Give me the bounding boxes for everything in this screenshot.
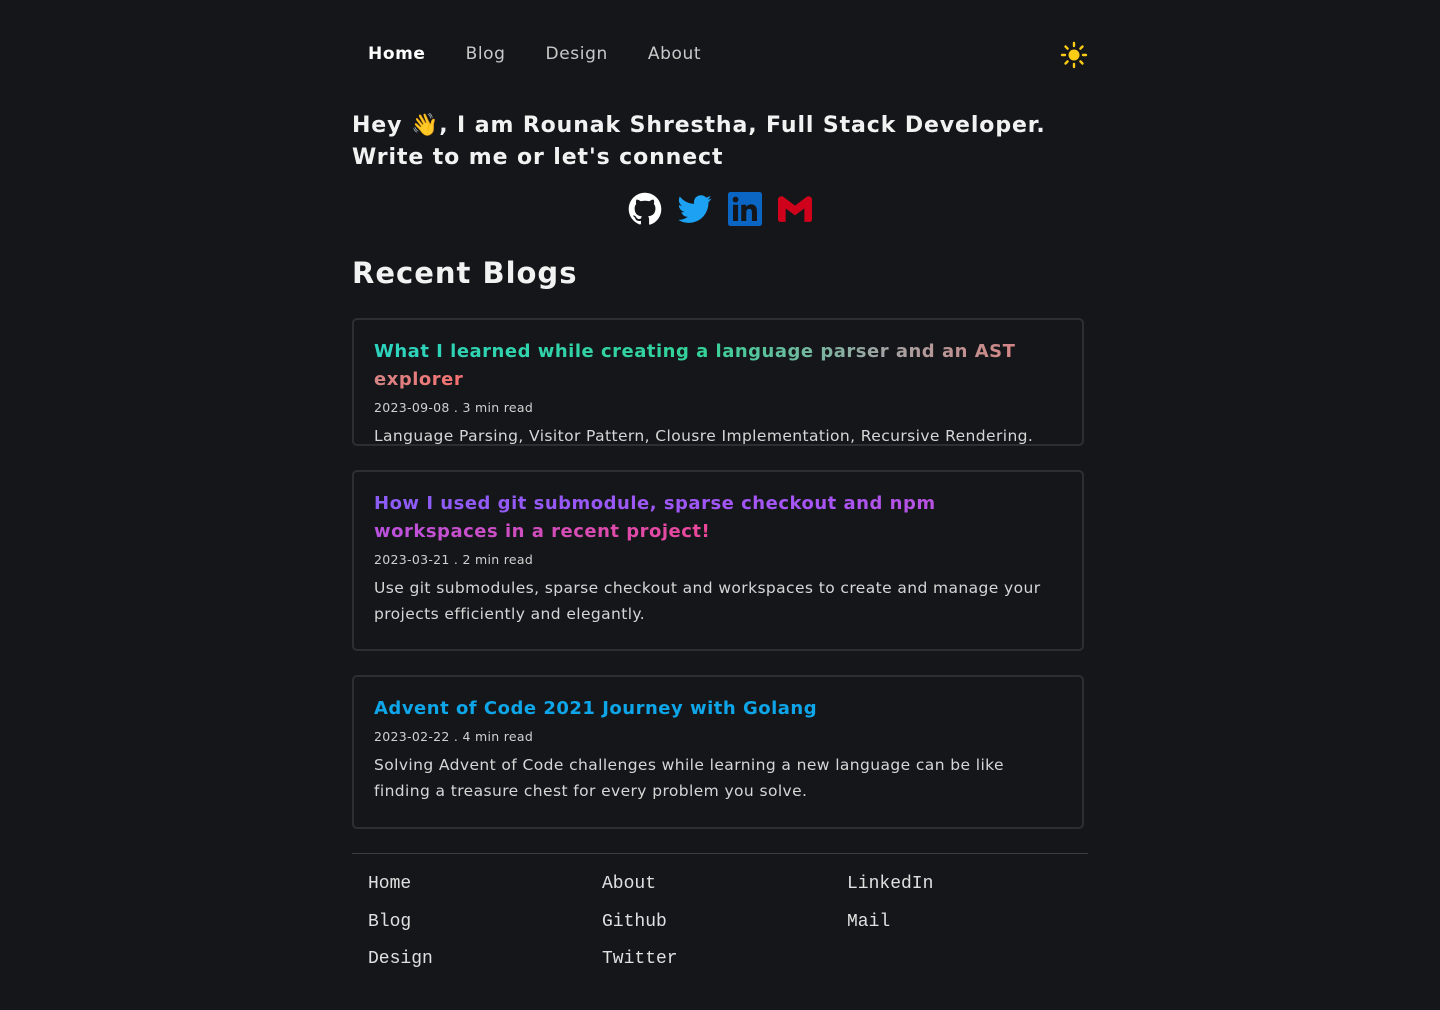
footer-link-mail[interactable]: Mail <box>847 910 933 948</box>
hero-text-end: , I am Rounak Shrestha, Full Stack Devel… <box>352 113 1046 170</box>
blog-date: 2023-09-08 <box>374 400 450 415</box>
social-links <box>628 192 812 226</box>
blog-meta: 2023-02-22 . 4 min read <box>374 729 534 744</box>
blog-read-time: 2 min read <box>462 552 534 567</box>
blog-read-time: 4 min read <box>462 729 534 744</box>
nav-blog[interactable]: Blog <box>466 44 506 64</box>
blog-meta: 2023-09-08 . 3 min read <box>374 400 534 415</box>
blog-card[interactable]: Advent of Code 2021 Journey with Golang … <box>352 675 1084 829</box>
footer-column-more: About Github Twitter <box>602 872 678 985</box>
hero-intro: Hey 👋, I am Rounak Shrestha, Full Stack … <box>352 110 1088 174</box>
blog-card[interactable]: How I used git submodule, sparse checkou… <box>352 470 1084 651</box>
blog-description: Solving Advent of Code challenges while … <box>374 756 1004 800</box>
blog-title[interactable]: What I learned while creating a language… <box>374 341 1015 390</box>
recent-blogs-heading: Recent Blogs <box>352 256 578 290</box>
blog-card[interactable]: What I learned while creating a language… <box>352 318 1084 446</box>
blog-date: 2023-03-21 <box>374 552 450 567</box>
nav-links: Home Blog Design About <box>368 44 741 64</box>
footer-link-twitter[interactable]: Twitter <box>602 947 678 985</box>
footer-link-blog[interactable]: Blog <box>368 910 433 948</box>
nav-design[interactable]: Design <box>546 44 608 64</box>
footer-divider <box>352 853 1088 854</box>
github-icon[interactable] <box>628 192 662 226</box>
linkedin-icon[interactable] <box>728 192 762 226</box>
blog-meta: 2023-03-21 . 2 min read <box>374 552 534 567</box>
blog-title[interactable]: How I used git submodule, sparse checkou… <box>374 493 936 542</box>
gmail-icon[interactable] <box>778 192 812 226</box>
wave-emoji: 👋 <box>410 113 440 138</box>
footer-link-linkedin[interactable]: LinkedIn <box>847 872 933 910</box>
hero-text-start: Hey <box>352 113 411 138</box>
top-nav: Home Blog Design About <box>352 40 1088 70</box>
sun-icon[interactable] <box>1060 41 1088 69</box>
twitter-icon[interactable] <box>678 192 712 226</box>
nav-home[interactable]: Home <box>368 44 426 64</box>
footer-link-home[interactable]: Home <box>368 872 433 910</box>
blog-title[interactable]: Advent of Code 2021 Journey with Golang <box>374 698 817 719</box>
blog-description: Use git submodules, sparse checkout and … <box>374 579 1041 623</box>
footer-link-design[interactable]: Design <box>368 947 433 985</box>
nav-about[interactable]: About <box>648 44 701 64</box>
blog-description: Language Parsing, Visitor Pattern, Clous… <box>374 427 1034 445</box>
blog-read-time: 3 min read <box>462 400 534 415</box>
blog-date: 2023-02-22 <box>374 729 450 744</box>
footer-link-github[interactable]: Github <box>602 910 678 948</box>
footer-link-about[interactable]: About <box>602 872 678 910</box>
footer-column-site: Home Blog Design <box>368 872 433 985</box>
footer-column-contact: LinkedIn Mail <box>847 872 933 947</box>
